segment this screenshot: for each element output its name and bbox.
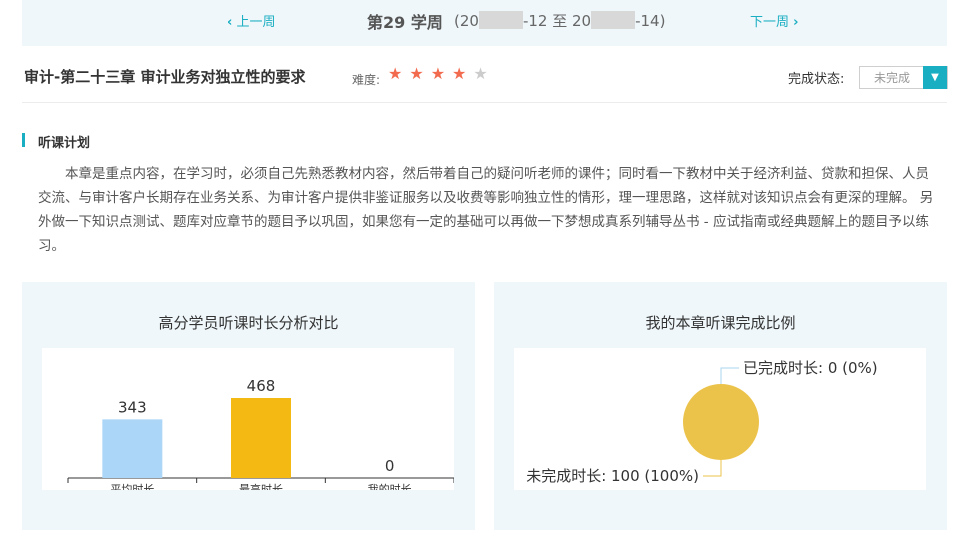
previous-week-label: 上一周 [236, 15, 276, 30]
week-range-start: (20 [454, 12, 479, 30]
category-label: 最高时长 [239, 482, 283, 490]
bar-value-label: 343 [118, 398, 147, 416]
difficulty-rating: ★★★★★ [388, 64, 495, 83]
pie-leader-line [720, 367, 739, 384]
next-week-link[interactable]: 下一周 › [750, 11, 799, 30]
redacted-block [591, 11, 636, 29]
previous-week-link[interactable]: ‹ 上一周 [227, 11, 276, 30]
pie-chart-title: 我的本章听课完成比例 [645, 314, 796, 332]
week-date-range: (20 -12 至 20 -14) [454, 10, 665, 31]
chapter-title: 审计-第二十三章 审计业务对独立性的要求 [24, 68, 306, 86]
pie-label-completed: 已完成时长: 0 (0%) [743, 359, 878, 377]
bar [102, 419, 163, 478]
bar-chart-title: 高分学员听课时长分析对比 [158, 314, 339, 332]
pie-leader-line [703, 460, 722, 477]
star-filled-icon: ★ [452, 64, 474, 83]
pie-chart-area: 已完成时长: 0 (0%) 未完成时长: 100 (100%) [514, 348, 926, 490]
completion-status-select[interactable]: 未完成 ▼ [859, 66, 948, 89]
bar-chart-area: 343 平均时长 468 最高时长 0 我的时长 [42, 348, 455, 496]
week-range-middle: -12 至 20 [522, 12, 592, 30]
star-empty-icon: ★ [473, 64, 495, 83]
bar-chart: 343 平均时长 468 最高时长 0 我的时长 [67, 377, 455, 496]
star-filled-icon: ★ [409, 64, 431, 83]
bar [231, 398, 291, 478]
star-filled-icon: ★ [430, 64, 453, 83]
plan-text: 本章是重点内容，在学习时，必须自己先熟悉教材内容，然后带着自己的疑问听老师的课件… [38, 166, 934, 254]
week-navigation: ‹ 上一周 第29 学周 (20 -12 至 20 -14) 下一周 › [22, 0, 947, 46]
completion-status-value: 未完成 [873, 71, 910, 85]
star-filled-icon: ★ [388, 64, 410, 83]
bar-value-label: 468 [247, 377, 276, 395]
plan-title: 听课计划 [38, 136, 91, 151]
chevron-left-icon: ‹ [227, 15, 233, 30]
completion-status-label: 完成状态: [788, 72, 845, 87]
week-title: 第29 学周 [367, 13, 443, 32]
pie-chart: 已完成时长: 0 (0%) 未完成时长: 100 (100%) [526, 359, 878, 485]
pie-slice [683, 384, 759, 460]
category-label: 我的时长 [368, 482, 412, 490]
duration-comparison-panel: 高分学员听课时长分析对比 343 平均时长 468 最高时长 0 我的时长 [22, 282, 475, 530]
chapter-header: 审计-第二十三章 审计业务对独立性的要求 难度: ★★★★★ 完成状态: 未完成… [22, 56, 948, 103]
section-marker [22, 133, 25, 147]
bar-value-label: 0 [385, 457, 395, 475]
chevron-down-icon[interactable]: ▼ [923, 66, 947, 89]
difficulty-label: 难度: [352, 73, 381, 87]
completion-ratio-panel: 我的本章听课完成比例 已完成时长: 0 (0%) 未完成时长: 100 (100%… [494, 282, 947, 530]
next-week-label: 下一周 [750, 15, 790, 30]
redacted-block [478, 11, 523, 29]
pie-label-remaining: 未完成时长: 100 (100%) [526, 467, 699, 485]
chevron-right-icon: › [793, 15, 799, 30]
category-label: 平均时长 [110, 483, 154, 490]
week-range-end: -14) [635, 12, 666, 30]
